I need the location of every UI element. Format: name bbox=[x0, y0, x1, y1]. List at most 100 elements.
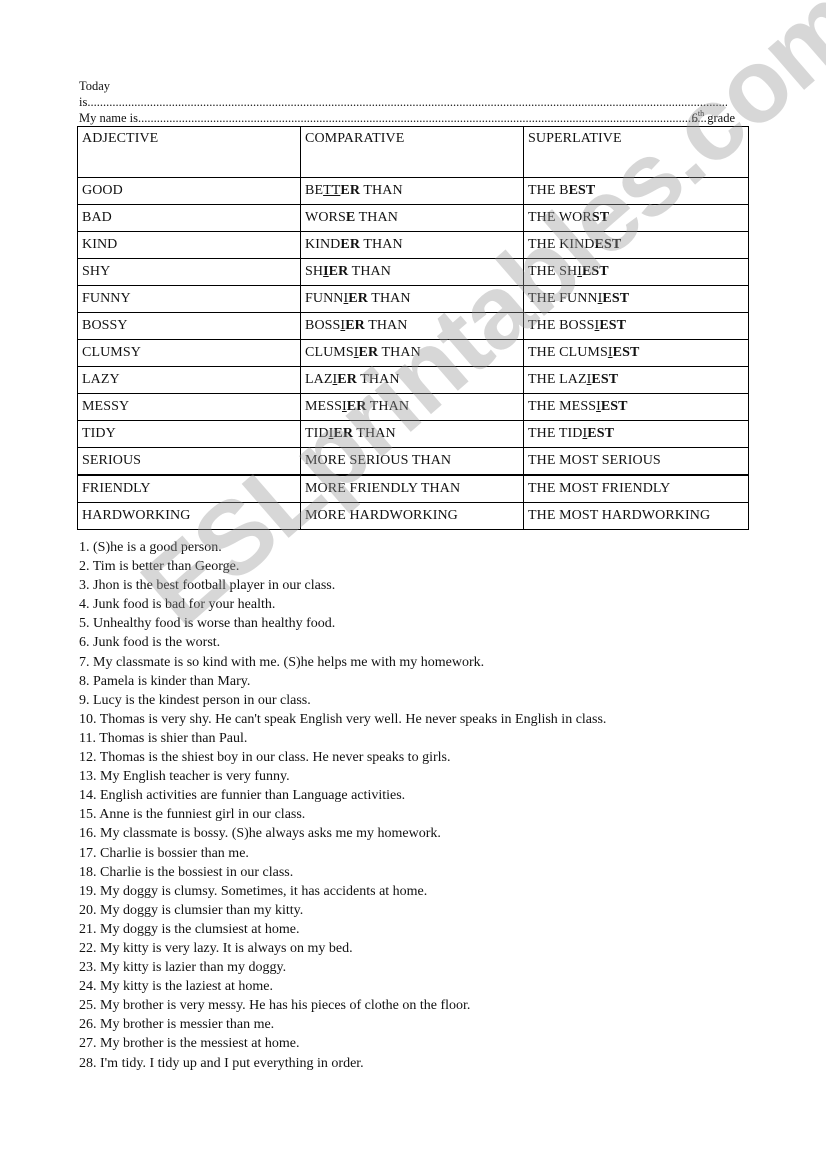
text-segment: MORE SERIOUS THAN bbox=[305, 453, 452, 468]
cell-adjective: MESSY bbox=[77, 393, 301, 421]
cell-adjective: TIDY bbox=[77, 420, 301, 448]
bold-ending: EST bbox=[591, 372, 619, 387]
cell-superlative: THE MOST HARDWORKING bbox=[523, 502, 749, 530]
text-segment: THAN bbox=[356, 372, 400, 387]
cell-superlative: THE WORST bbox=[523, 204, 749, 232]
date-blank[interactable]: ........................................… bbox=[87, 95, 727, 109]
text-segment: THAN bbox=[360, 237, 403, 252]
cell-comparative: WORSE THAN bbox=[300, 204, 524, 232]
cell-comparative: BOSSIER THAN bbox=[300, 312, 524, 340]
sentence-item: 10. Thomas is very shy. He can't speak E… bbox=[79, 711, 607, 727]
header-adjective: ADJECTIVE bbox=[77, 126, 301, 178]
text-segment: THE BOSS bbox=[528, 318, 595, 333]
text-segment: THE WOR bbox=[528, 210, 592, 225]
cell-comparative: FUNNIER THAN bbox=[300, 285, 524, 313]
cell-adjective: HARDWORKING bbox=[77, 502, 301, 530]
cell-adjective: GOOD bbox=[77, 177, 301, 205]
header-comparative: COMPARATIVE bbox=[300, 126, 524, 178]
text-segment: CLUMS bbox=[305, 345, 354, 360]
text-segment: THE MOST HARDWORKING bbox=[528, 508, 711, 523]
text-segment: MORE HARDWORKING bbox=[305, 508, 458, 523]
text-segment: THE MOST SERIOUS bbox=[528, 453, 661, 468]
today-text: Today bbox=[79, 79, 111, 93]
bold-ending: E bbox=[345, 210, 356, 225]
sentence-item: 5. Unhealthy food is worse than healthy … bbox=[79, 616, 336, 632]
table-row: SERIOUS MORE SERIOUS THAN THE MOST SERIOUS bbox=[77, 447, 749, 476]
sentence-item: 14. English activities are funnier than … bbox=[79, 788, 406, 804]
text-segment: THE MESS bbox=[528, 399, 597, 414]
text-segment: THE SH bbox=[528, 264, 578, 279]
grade-word: grade bbox=[704, 111, 735, 125]
bold-ending: ER bbox=[348, 291, 368, 306]
text-segment: THAN bbox=[353, 426, 396, 441]
bold-ending: ST bbox=[591, 210, 610, 225]
cell-superlative: THE MESSIEST bbox=[523, 393, 749, 421]
text-segment: THE TID bbox=[528, 426, 583, 441]
table-row: KIND KINDER THAN THE KINDEST bbox=[77, 231, 749, 259]
underlined-letter: TT bbox=[323, 183, 341, 198]
table-row: TIDY TIDIER THAN THE TIDIEST bbox=[77, 420, 749, 448]
sentence-item: 8. Pamela is kinder than Mary. bbox=[79, 673, 251, 689]
cell-adjective: BAD bbox=[77, 204, 301, 232]
sentence-item: 1. (S)he is a good person. bbox=[79, 540, 222, 555]
cell-superlative: THE KINDEST bbox=[523, 231, 749, 259]
table-row: SHY SHIER THAN THE SHIEST bbox=[77, 258, 749, 286]
header-superlative: SUPERLATIVE bbox=[523, 126, 749, 178]
table-row: BOSSY BOSSIER THAN THE BOSSIEST bbox=[77, 312, 749, 340]
sentence-item: 4. Junk food is bad for your health. bbox=[79, 597, 276, 613]
text-segment: THAN bbox=[364, 318, 408, 333]
sentence-item: 22. My kitty is very lazy. It is always … bbox=[79, 940, 353, 956]
sentence-item: 17. Charlie is bossier than me. bbox=[79, 845, 249, 861]
cell-superlative: THE MOST SERIOUS bbox=[523, 447, 749, 476]
table-row: MESSY MESSIER THAN THE MESSIEST bbox=[77, 393, 749, 421]
bold-ending: EST bbox=[594, 237, 622, 252]
text-segment: MORE FRIENDLY THAN bbox=[305, 481, 461, 496]
sentence-item: 13. My English teacher is very funny. bbox=[79, 769, 290, 785]
cell-comparative: MORE FRIENDLY THAN bbox=[300, 474, 524, 503]
text-segment: FUNN bbox=[305, 291, 344, 306]
text-segment: THAN bbox=[367, 291, 411, 306]
worksheet-page: Today is................................… bbox=[0, 0, 826, 1169]
name-line: My name is..............................… bbox=[79, 110, 749, 126]
date-line: is......................................… bbox=[79, 95, 727, 109]
sentence-item: 6. Junk food is the worst. bbox=[79, 635, 221, 651]
bold-ending: ER bbox=[340, 183, 361, 198]
bold-ending: EST bbox=[587, 426, 615, 441]
text-segment: LAZ bbox=[305, 372, 333, 387]
text-segment: BOSS bbox=[305, 318, 341, 333]
cell-comparative: SHIER THAN bbox=[300, 258, 524, 286]
sentence-item: 7. My classmate is so kind with me. (S)h… bbox=[79, 654, 485, 670]
cell-superlative: THE LAZIEST bbox=[523, 366, 749, 394]
sentence-item: 23. My kitty is lazier than my doggy. bbox=[79, 960, 287, 976]
text-segment: THAN bbox=[360, 183, 403, 198]
table-row: BAD WORSE THAN THE WORST bbox=[77, 204, 749, 232]
cell-superlative: THE MOST FRIENDLY bbox=[523, 474, 749, 503]
cell-adjective: SHY bbox=[77, 258, 301, 286]
text-segment: THAN bbox=[378, 345, 421, 360]
today-label: Today bbox=[79, 79, 110, 93]
cell-superlative: THE BOSSIEST bbox=[523, 312, 749, 340]
bold-ending: EST bbox=[602, 291, 630, 306]
cell-superlative: THE TIDIEST bbox=[523, 420, 749, 448]
sentence-item: 12. Thomas is the shiest boy in our clas… bbox=[79, 750, 451, 766]
cell-comparative: MORE HARDWORKING bbox=[300, 502, 524, 530]
table-row: GOOD BETTER THAN THE BEST bbox=[77, 177, 749, 205]
sentence-item: 20. My doggy is clumsier than my kitty. bbox=[79, 902, 304, 918]
text-segment: THAN bbox=[366, 399, 410, 414]
name-label: My name is bbox=[79, 111, 139, 125]
sentence-item: 16. My classmate is bossy. (S)he always … bbox=[79, 826, 441, 842]
adjective-table: ADJECTIVE COMPARATIVE SUPERLATIVE GOOD BE… bbox=[77, 126, 749, 530]
cell-comparative: MORE SERIOUS THAN bbox=[300, 447, 524, 476]
sentence-item: 24. My kitty is the laziest at home. bbox=[79, 979, 274, 995]
cell-superlative: THE SHIEST bbox=[523, 258, 749, 286]
name-blank[interactable]: ........................................… bbox=[138, 111, 707, 125]
table-row: LAZY LAZIER THAN THE LAZIEST bbox=[77, 366, 749, 394]
cell-comparative: CLUMSIER THAN bbox=[300, 339, 524, 367]
table-row: FUNNY FUNNIER THAN THE FUNNIEST bbox=[77, 285, 749, 313]
sentence-item: 9. Lucy is the kindest person in our cla… bbox=[79, 692, 311, 708]
cell-adjective: FUNNY bbox=[77, 285, 301, 313]
bold-ending: EST bbox=[568, 183, 596, 198]
cell-comparative: LAZIER THAN bbox=[300, 366, 524, 394]
sentence-item: 2. Tim is better than George. bbox=[79, 559, 240, 575]
sentence-item: 21. My doggy is the clumsiest at home. bbox=[79, 921, 300, 937]
